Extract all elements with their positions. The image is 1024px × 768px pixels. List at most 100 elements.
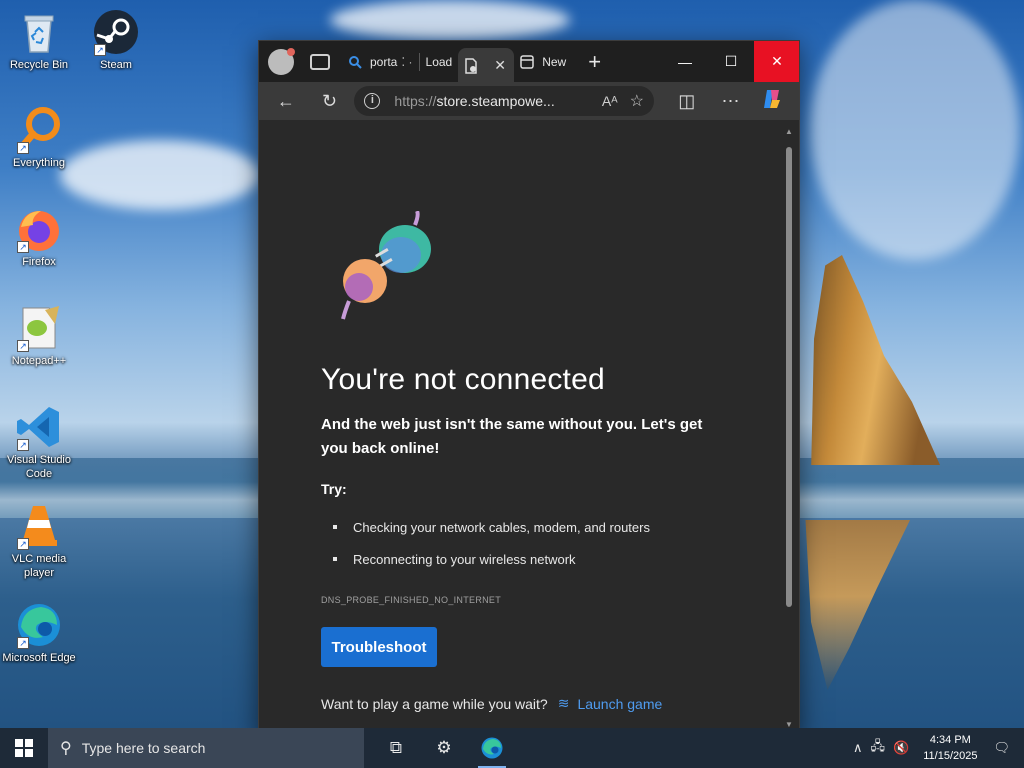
address-bar[interactable]: i https:// store.steampowe... Aᴬ ☆ bbox=[354, 86, 654, 116]
taskbar-edge[interactable] bbox=[468, 728, 516, 768]
tab-label: Load bbox=[425, 54, 453, 69]
copilot-icon bbox=[761, 88, 783, 115]
desktop-icon-vlc[interactable]: ↗ VLC media player bbox=[1, 502, 77, 580]
back-button[interactable]: ← bbox=[269, 86, 303, 116]
more-menu-button[interactable]: ⋯ bbox=[714, 86, 748, 116]
launch-game-link[interactable]: Launch game bbox=[577, 696, 662, 712]
tab-portal[interactable]: porta ⁚ · bbox=[342, 46, 419, 78]
search-placeholder: Type here to search bbox=[81, 740, 206, 756]
refresh-button[interactable]: ↻ bbox=[313, 86, 347, 116]
error-page-icon bbox=[464, 58, 478, 74]
scroll-up-icon[interactable]: ▲ bbox=[785, 127, 793, 136]
desktop-icon-recycle-bin[interactable]: Recycle Bin bbox=[1, 8, 77, 72]
wallpaper-cloud bbox=[330, 0, 570, 40]
list-item: Checking your network cables, modem, and… bbox=[321, 511, 741, 543]
desktop-icon-steam[interactable]: ↗ Steam bbox=[78, 8, 154, 72]
suggestion-list: Checking your network cables, modem, and… bbox=[321, 511, 741, 575]
page-title: You're not connected bbox=[321, 363, 605, 396]
task-view-button[interactable]: ⧉ bbox=[372, 728, 420, 768]
taskbar-search[interactable]: ⚲ Type here to search bbox=[48, 728, 364, 768]
split-screen-button[interactable]: ◫ bbox=[670, 86, 704, 116]
desktop-icon-label: VLC media player bbox=[11, 553, 67, 579]
scrollbar-thumb[interactable] bbox=[786, 147, 792, 607]
desktop-icon-label: Everything bbox=[13, 157, 65, 169]
favorite-star-icon[interactable]: ☆ bbox=[630, 91, 644, 111]
close-icon: ✕ bbox=[771, 53, 783, 69]
url-host: store.steampowe... bbox=[436, 93, 555, 109]
settings-button[interactable]: ⚙ bbox=[420, 728, 468, 768]
profile-avatar[interactable] bbox=[268, 47, 295, 75]
tab-new[interactable]: New bbox=[514, 46, 572, 78]
back-arrow-icon: ← bbox=[276, 90, 295, 111]
wallpaper-cloud bbox=[810, 0, 1020, 260]
close-button[interactable]: ✕ bbox=[754, 41, 799, 82]
tab-active-error[interactable]: ✕ bbox=[458, 48, 515, 82]
firefox-icon: ↗ bbox=[15, 205, 63, 253]
desktop-icon-label: Recycle Bin bbox=[9, 59, 69, 71]
site-info-icon[interactable]: i bbox=[364, 93, 381, 109]
edge-icon: ↗ bbox=[15, 601, 63, 649]
shortcut-arrow-icon: ↗ bbox=[17, 340, 29, 352]
shortcut-arrow-icon: ↗ bbox=[17, 637, 29, 649]
tab-load[interactable]: Load bbox=[420, 46, 459, 78]
system-tray: ∧ 🖧 🔇 4:34 PM 11/15/2025 🗨 bbox=[849, 728, 1024, 768]
steam-icon: ↗ bbox=[92, 8, 140, 56]
minimize-button[interactable]: — bbox=[662, 41, 708, 82]
search-icon: ⚲ bbox=[60, 740, 72, 757]
new-tab-button[interactable]: + bbox=[588, 49, 601, 75]
shortcut-arrow-icon: ↗ bbox=[17, 241, 29, 253]
volume-muted-icon[interactable]: 🔇 bbox=[893, 740, 909, 756]
desktop-icon-notepad-plus-plus[interactable]: ↗ Notepad++ bbox=[1, 304, 77, 368]
start-button[interactable] bbox=[0, 728, 48, 768]
shortcut-arrow-icon: ↗ bbox=[17, 142, 29, 154]
vscode-icon: ↗ bbox=[15, 403, 63, 451]
error-content: You're not connected And the web just is… bbox=[321, 217, 741, 712]
refresh-icon: ↻ bbox=[322, 90, 338, 111]
wallpaper-rock bbox=[811, 255, 940, 465]
notification-icon[interactable]: 🗨 bbox=[993, 740, 1010, 756]
list-item: Reconnecting to your wireless network bbox=[321, 543, 741, 575]
game-prompt: Want to play a game while you wait? bbox=[321, 695, 548, 712]
suggestion-text: Reconnecting to your wireless network bbox=[353, 551, 576, 567]
tab-label: porta bbox=[370, 54, 398, 69]
desktop-icon-label: Microsoft Edge bbox=[2, 652, 76, 664]
url-scheme: https:// bbox=[394, 93, 437, 109]
desktop-icon-vscode[interactable]: ↗ Visual Studio Code bbox=[1, 403, 77, 481]
desktop-icon-label: Notepad++ bbox=[11, 355, 67, 367]
desktop-icon-firefox[interactable]: ↗ Firefox bbox=[1, 205, 77, 269]
more-dots-icon: ⋯ bbox=[721, 90, 740, 111]
suggestion-text: Checking your network cables, modem, and… bbox=[353, 519, 650, 535]
lead-text: And the web just isn't the same without … bbox=[321, 416, 703, 457]
network-icon[interactable]: 🖧 bbox=[871, 737, 886, 759]
maximize-icon: ☐ bbox=[724, 53, 738, 69]
try-heading: Try: bbox=[321, 481, 347, 497]
everything-search-icon: ↗ bbox=[15, 106, 63, 154]
tab-actions-icon[interactable] bbox=[310, 53, 330, 70]
read-aloud-icon[interactable]: Aᴬ bbox=[602, 93, 618, 109]
clock-time: 4:34 PM bbox=[929, 734, 971, 746]
desktop-icon-everything[interactable]: ↗ Everything bbox=[1, 106, 77, 170]
browser-window: porta ⁚ · Load ✕ New + — ☐ ✕ ← ↻ i https… bbox=[258, 40, 800, 736]
notepad-plus-plus-icon: ↗ bbox=[15, 304, 63, 352]
copilot-button[interactable] bbox=[755, 86, 789, 116]
page-scrollbar[interactable]: ▲ ▼ bbox=[785, 127, 793, 729]
troubleshoot-button[interactable]: Troubleshoot bbox=[321, 627, 437, 667]
split-screen-icon: ◫ bbox=[678, 90, 696, 111]
search-icon bbox=[348, 55, 362, 69]
bullet-icon bbox=[333, 525, 337, 529]
shortcut-arrow-icon: ↗ bbox=[94, 44, 106, 56]
chevron-up-icon[interactable]: ∧ bbox=[853, 740, 863, 756]
desktop-icon-label: Steam bbox=[100, 59, 132, 71]
maximize-button[interactable]: ☐ bbox=[708, 41, 754, 82]
wallpaper-cloud bbox=[60, 140, 260, 210]
shortcut-arrow-icon: ↗ bbox=[17, 439, 29, 451]
bullet-icon bbox=[333, 557, 337, 561]
game-row: Want to play a game while you wait? ≋ La… bbox=[321, 695, 741, 712]
desktop-icon-edge[interactable]: ↗ Microsoft Edge bbox=[1, 601, 77, 665]
close-tab-icon[interactable]: ✕ bbox=[494, 57, 506, 74]
windows-logo-icon bbox=[15, 739, 33, 757]
tab-label: New bbox=[542, 54, 567, 69]
edge-icon bbox=[481, 737, 503, 759]
clock[interactable]: 4:34 PM 11/15/2025 bbox=[923, 732, 977, 764]
vlc-icon: ↗ bbox=[15, 502, 63, 550]
